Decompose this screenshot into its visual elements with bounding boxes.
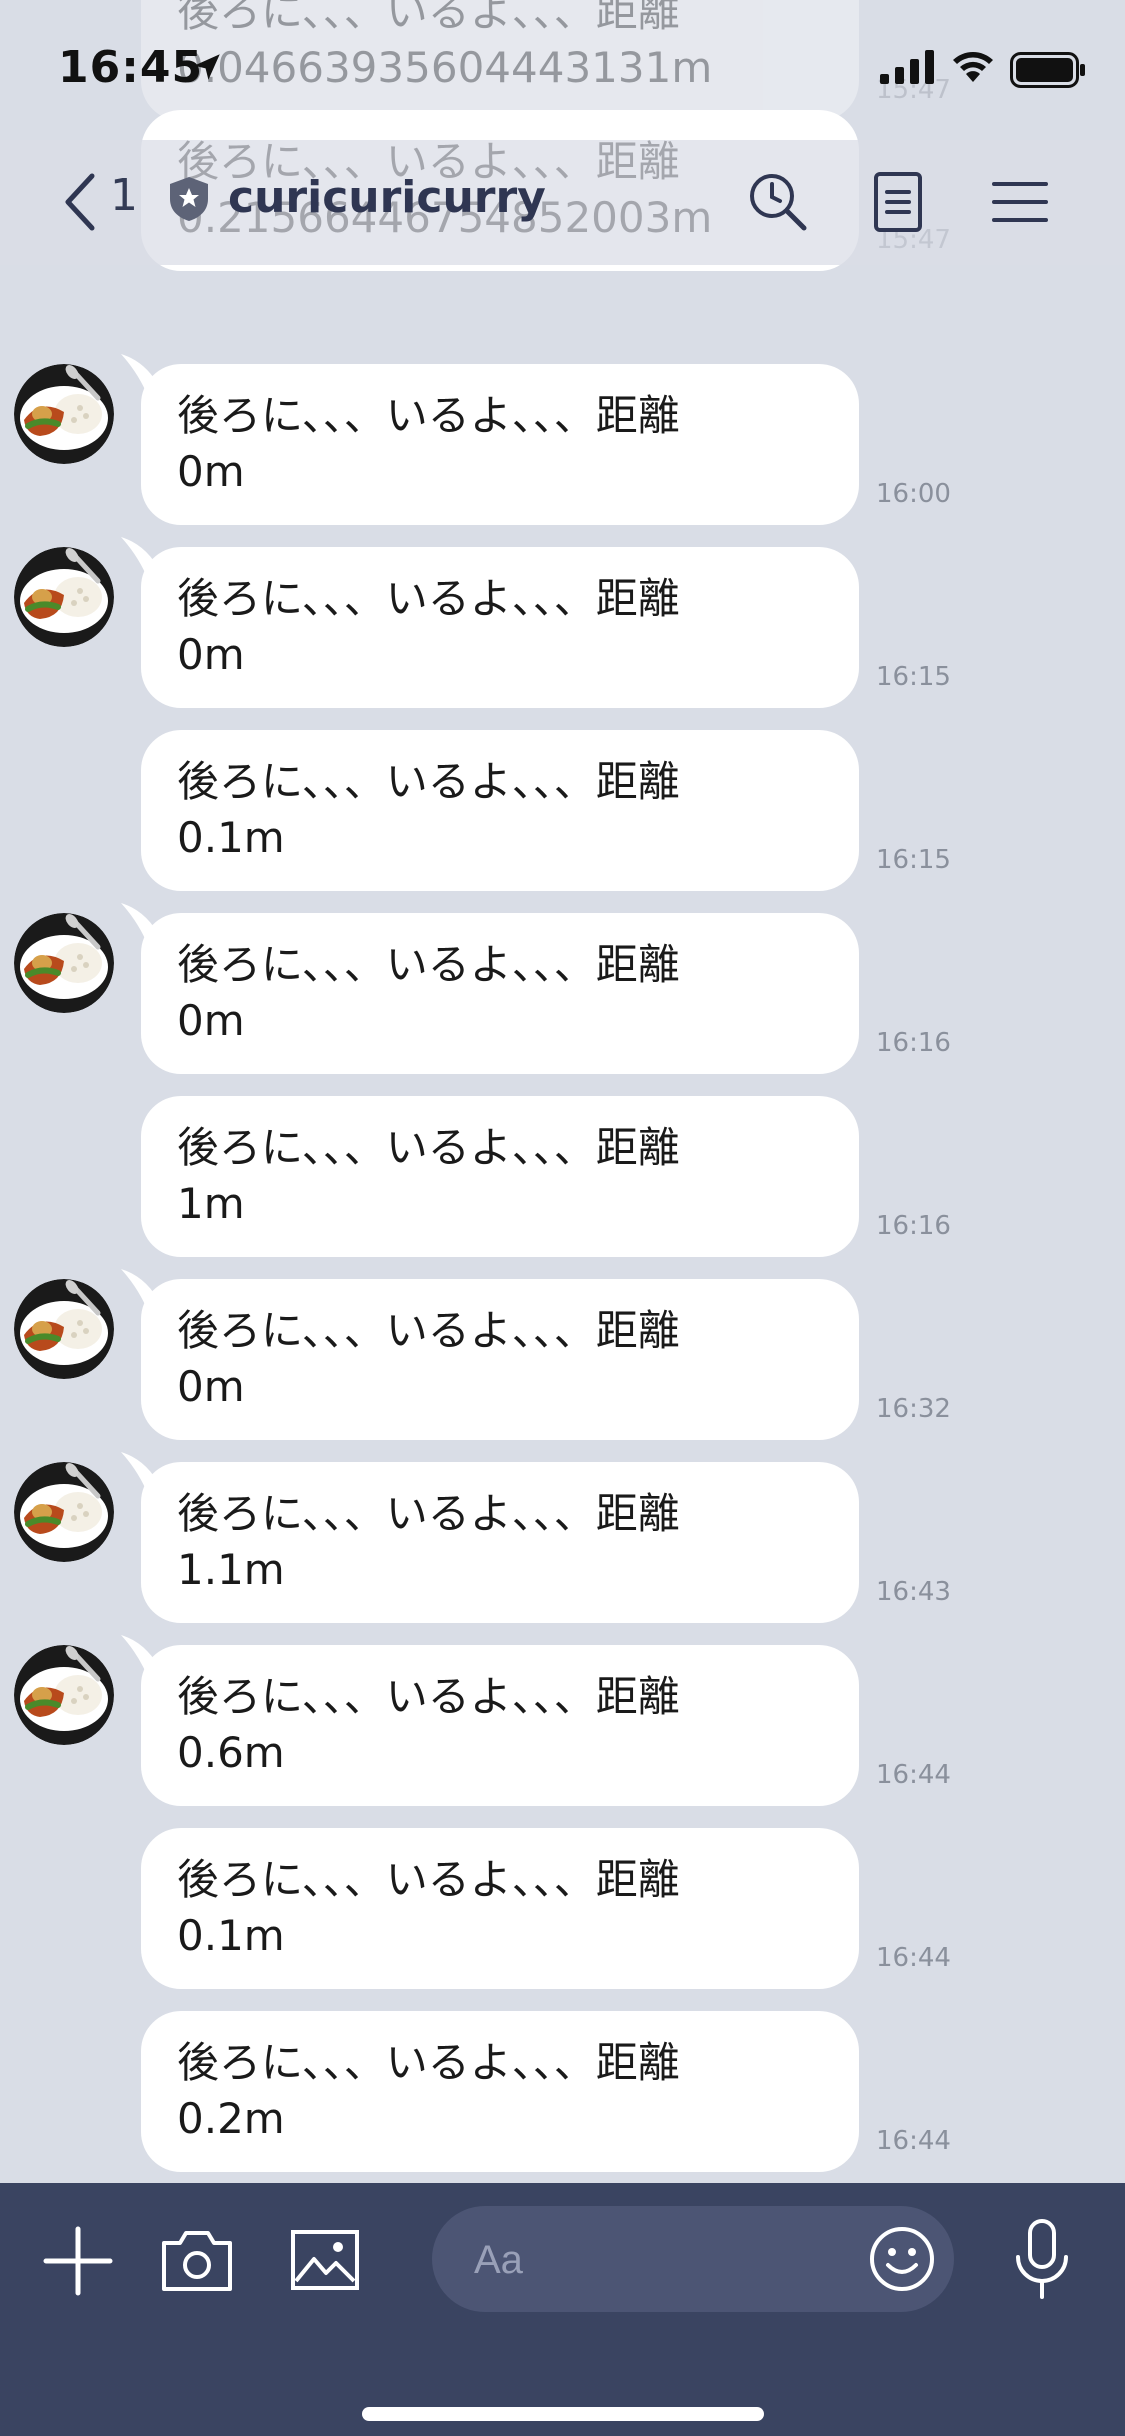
message-row: 後ろに、、、いるよ、、、距離 0m 16:16 xyxy=(0,903,1125,1074)
message-bubble[interactable]: 後ろに、、、いるよ、、、距離 0.2m xyxy=(141,2011,859,2172)
avatar[interactable] xyxy=(14,364,114,464)
message-text: 後ろに、、、いるよ、、、距離 xyxy=(177,940,680,989)
message-text: 後ろに、、、いるよ、、、距離 xyxy=(177,1672,680,1721)
message-row: 後ろに、、、いるよ、、、距離 1m 16:16 xyxy=(0,1096,1125,1257)
message-row: 後ろに、、、いるよ、、、距離 0.1m 16:15 xyxy=(0,730,1125,891)
bubble-tail xyxy=(121,354,181,404)
message-bubble[interactable]: 後ろに、、、いるよ、、、距離 0m xyxy=(121,354,859,525)
message-distance: 0.6m xyxy=(177,1728,285,1777)
message-distance: 1m xyxy=(177,1179,245,1228)
battery-icon xyxy=(1010,52,1085,88)
unread-count[interactable]: 1 xyxy=(110,170,138,221)
camera-icon[interactable] xyxy=(160,2227,234,2293)
notes-icon[interactable] xyxy=(866,170,930,234)
message-timestamp: 16:16 xyxy=(876,1028,951,1058)
message-timestamp: 16:44 xyxy=(876,2126,951,2156)
message-distance: 0.1m xyxy=(177,1911,285,1960)
home-indicator xyxy=(362,2407,764,2421)
message-timestamp: 16:44 xyxy=(876,1760,951,1790)
cellular-signal-icon xyxy=(880,50,934,84)
message-bubble[interactable]: 後ろに、、、いるよ、、、距離 0.1m xyxy=(141,730,859,891)
message-timestamp: 16:43 xyxy=(876,1577,951,1607)
message-text: 後ろに、、、いるよ、、、距離 xyxy=(177,1123,680,1172)
chat-title: curicuricurry xyxy=(228,172,546,223)
message-row: 後ろに、、、いるよ、、、距離 0m 16:00 xyxy=(0,354,1125,525)
message-row: 後ろに、、、いるよ、、、距離 1.1m 16:43 xyxy=(0,1452,1125,1623)
message-bubble[interactable]: 後ろに、、、いるよ、、、距離 0.1m xyxy=(141,1828,859,1989)
microphone-icon[interactable] xyxy=(1010,2217,1074,2303)
avatar[interactable] xyxy=(14,1462,114,1562)
message-distance: 0.2m xyxy=(177,2094,285,2143)
message-row: 後ろに、、、いるよ、、、距離 0.1m 16:44 xyxy=(0,1828,1125,1989)
message-text: 後ろに、、、いるよ、、、距離 xyxy=(177,391,680,440)
wifi-icon xyxy=(953,52,993,82)
message-bubble[interactable]: 後ろに、、、いるよ、、、距離 0m xyxy=(121,537,859,708)
message-bubble[interactable]: 後ろに、、、いるよ、、、距離 0.6m xyxy=(121,1635,859,1806)
message-text: 後ろに、、、いるよ、、、距離 xyxy=(177,2038,680,2087)
message-distance: 0m xyxy=(177,996,245,1045)
avatar[interactable] xyxy=(14,913,114,1013)
back-chevron-icon[interactable] xyxy=(60,170,100,234)
status-time: 16:45 xyxy=(58,42,204,93)
message-distance: 0m xyxy=(177,447,245,496)
message-timestamp: 16:15 xyxy=(876,662,951,692)
message-row: 後ろに、、、いるよ、、、距離 0.6m 16:44 xyxy=(0,1635,1125,1806)
message-distance: 1.1m xyxy=(177,1545,285,1594)
message-distance: 0.1m xyxy=(177,813,285,862)
message-distance: 0m xyxy=(177,1362,245,1411)
message-timestamp: 16:32 xyxy=(876,1394,951,1424)
menu-icon[interactable] xyxy=(988,170,1052,234)
avatar[interactable] xyxy=(14,547,114,647)
message-row: 後ろに、、、いるよ、、、距離 0m 16:15 xyxy=(0,537,1125,708)
bubble-tail xyxy=(121,537,181,587)
input-bar xyxy=(0,2183,1125,2436)
bubble-tail xyxy=(121,1635,181,1685)
message-text: 後ろに、、、いるよ、、、距離 xyxy=(177,1306,680,1355)
message-timestamp: 16:15 xyxy=(876,845,951,875)
plus-icon[interactable] xyxy=(42,2225,114,2297)
chat-header: 1 curicuricurry xyxy=(0,140,1125,265)
bubble-tail xyxy=(121,1452,181,1502)
message-timestamp: 16:16 xyxy=(876,1211,951,1241)
bubble-tail xyxy=(121,903,181,953)
message-text: 後ろに、、、いるよ、、、距離 xyxy=(177,574,680,623)
message-text: 後ろに、、、いるよ、、、距離 xyxy=(177,1855,680,1904)
message-bubble[interactable]: 後ろに、、、いるよ、、、距離 1m xyxy=(141,1096,859,1257)
search-history-icon[interactable] xyxy=(746,170,810,234)
image-icon[interactable] xyxy=(290,2229,360,2291)
status-bar: 16:45 xyxy=(0,0,1125,140)
location-arrow-icon xyxy=(194,54,220,80)
avatar[interactable] xyxy=(14,1645,114,1745)
message-distance: 0m xyxy=(177,630,245,679)
emoji-icon[interactable] xyxy=(868,2225,936,2293)
message-timestamp: 16:44 xyxy=(876,1943,951,1973)
message-input-field[interactable] xyxy=(432,2206,954,2312)
avatar[interactable] xyxy=(14,1279,114,1379)
message-text: 後ろに、、、いるよ、、、距離 xyxy=(177,1489,680,1538)
message-bubble[interactable]: 後ろに、、、いるよ、、、距離 0m xyxy=(121,1269,859,1440)
shield-icon xyxy=(170,177,208,221)
message-text: 後ろに、、、いるよ、、、距離 xyxy=(177,757,680,806)
message-input[interactable] xyxy=(472,2234,816,2286)
message-bubble[interactable]: 後ろに、、、いるよ、、、距離 1.1m xyxy=(121,1452,859,1623)
message-timestamp: 16:00 xyxy=(876,479,951,509)
bubble-tail xyxy=(121,1269,181,1319)
message-bubble[interactable]: 後ろに、、、いるよ、、、距離 0m xyxy=(121,903,859,1074)
message-row: 後ろに、、、いるよ、、、距離 0.2m 16:44 xyxy=(0,2011,1125,2172)
message-row: 後ろに、、、いるよ、、、距離 0m 16:32 xyxy=(0,1269,1125,1440)
